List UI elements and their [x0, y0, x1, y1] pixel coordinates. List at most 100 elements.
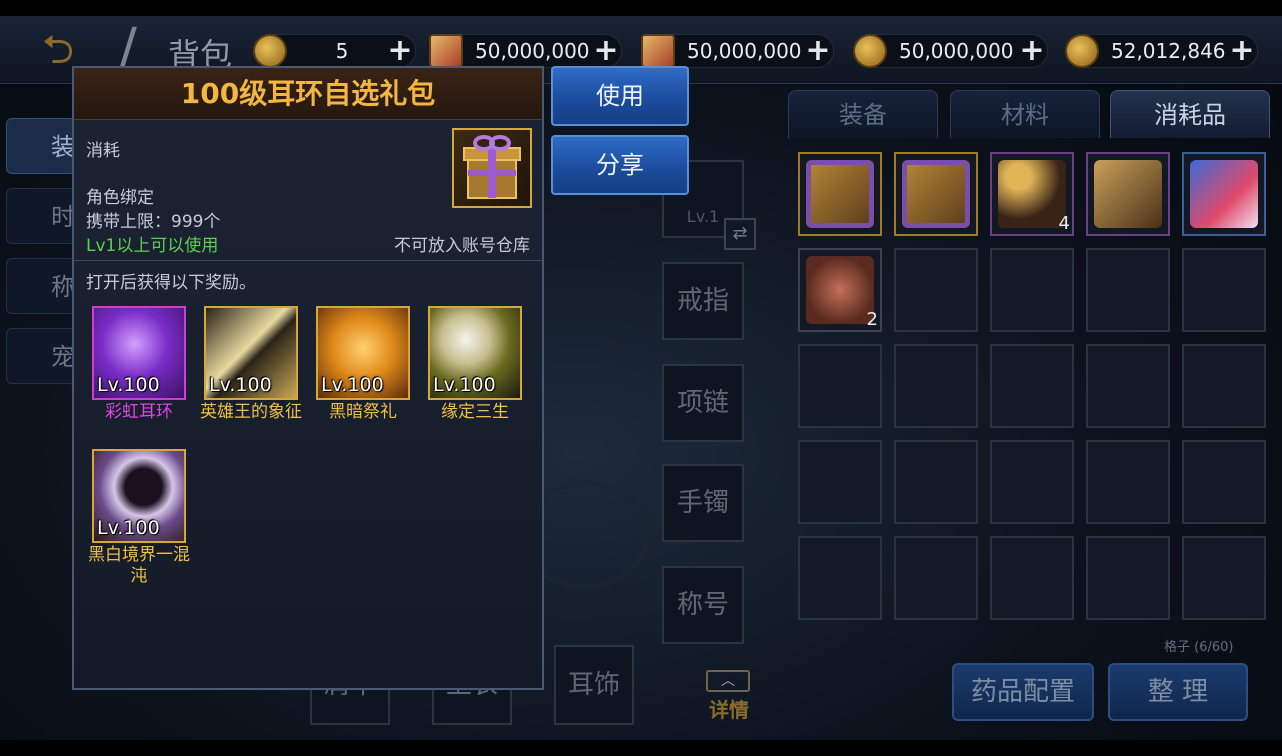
scroll-icon [641, 34, 675, 68]
share-button[interactable]: 分享 [551, 135, 689, 195]
inventory-slot[interactable]: 4 [990, 152, 1074, 236]
left-tab-equip[interactable]: 装 [6, 118, 76, 174]
rainbow-earring-icon: Lv.100 [92, 306, 186, 400]
add-bound-gold-button[interactable]: + [1227, 36, 1257, 66]
empty-slot[interactable] [990, 248, 1074, 332]
empty-slot[interactable] [1086, 344, 1170, 428]
empty-slot[interactable] [1086, 440, 1170, 524]
warehouse-restriction: 不可放入账号仓库 [394, 236, 530, 256]
empty-slot[interactable] [798, 344, 882, 428]
divider [74, 260, 542, 261]
resource-gold: 50,000,000 + [853, 34, 1048, 68]
left-tab-title[interactable]: 称 [6, 258, 76, 314]
item-count: 2 [866, 309, 878, 330]
dark-ritual-ring-icon: Lv.100 [316, 306, 410, 400]
game-screen: ⮌ / 背包 5 + 50,000,000 + 50,000,000 + 50,… [0, 0, 1282, 756]
reward-title: 打开后获得以下奖励。 [86, 273, 256, 293]
tab-consumables[interactable]: 消耗品 [1110, 90, 1270, 138]
empty-slot[interactable] [894, 248, 978, 332]
boar-head-icon [806, 256, 874, 324]
item-count: 4 [1058, 213, 1070, 234]
reward-name: 黑暗祭礼 [329, 402, 397, 422]
reward-name: 缘定三生 [441, 402, 509, 422]
popup-title: 100级耳环自选礼包 [74, 68, 542, 120]
potion-config-button[interactable]: 药品配置 [952, 663, 1094, 721]
sort-button[interactable]: 整 理 [1108, 663, 1248, 721]
level-requirement: Lv1以上可以使用 [86, 236, 219, 256]
resource-value: 50,000,000 [475, 39, 590, 63]
use-button[interactable]: 使用 [551, 66, 689, 126]
reward-level: Lv.100 [321, 374, 384, 396]
resource-scroll-1: 50,000,000 + [429, 34, 622, 68]
empty-slot[interactable] [798, 536, 882, 620]
swap-icon[interactable]: ⇄ [724, 218, 756, 250]
detail-label: 详情 [709, 698, 749, 722]
add-scroll-button[interactable]: + [803, 36, 833, 66]
resource-scroll-2: 50,000,000 + [641, 34, 834, 68]
empty-slot[interactable] [894, 440, 978, 524]
item-type: 消耗 [86, 141, 120, 161]
chevron-up-icon: ︿ [706, 670, 750, 692]
letterbox-top [0, 0, 1282, 16]
empty-slot[interactable] [798, 440, 882, 524]
inventory-slot[interactable] [798, 152, 882, 236]
reward-name: 英雄王的象征 [200, 402, 302, 422]
add-gold-button[interactable]: + [1017, 36, 1047, 66]
reward-item[interactable]: Lv.100 缘定三生 [421, 306, 529, 423]
item-detail-popup: 100级耳环自选礼包 消耗 角色绑定 携带上限：999个 Lv1以上可以使用 不… [72, 66, 544, 690]
carry-limit: 携带上限：999个 [86, 212, 221, 232]
inventory-slot[interactable] [894, 152, 978, 236]
resource-value: 50,000,000 [899, 39, 1014, 63]
reward-item[interactable]: Lv.100 黑白境界一混沌 [85, 449, 193, 587]
bracelet-slot[interactable]: 手镯 [662, 464, 744, 542]
empty-slot[interactable] [1182, 344, 1266, 428]
empty-slot[interactable] [990, 440, 1074, 524]
destiny-ring-icon: Lv.100 [428, 306, 522, 400]
empty-slot[interactable] [1182, 248, 1266, 332]
reward-item[interactable]: Lv.100 黑暗祭礼 [309, 306, 417, 423]
empty-slot[interactable] [990, 344, 1074, 428]
resource-value: 50,000,000 [687, 39, 802, 63]
weapon-level: Lv.1 [686, 207, 720, 226]
empty-slot[interactable] [1182, 440, 1266, 524]
add-scroll-button[interactable]: + [591, 36, 621, 66]
hammer-icon [998, 160, 1066, 228]
inventory-slot[interactable] [1182, 152, 1266, 236]
gift-box-icon [902, 160, 970, 228]
left-tab-pet[interactable]: 宠 [6, 328, 76, 384]
inventory-slot[interactable]: 2 [798, 248, 882, 332]
title-slot[interactable]: 称号 [662, 566, 744, 644]
necklace-slot[interactable]: 项链 [662, 364, 744, 442]
empty-slot[interactable] [1086, 248, 1170, 332]
reward-level: Lv.100 [433, 374, 496, 396]
reward-item[interactable]: Lv.100 英雄王的象征 [197, 306, 305, 423]
scroll-icon [429, 34, 463, 68]
reward-level: Lv.100 [209, 374, 272, 396]
detail-button[interactable]: ︿ 详情 [706, 670, 752, 722]
resource-value: 5 [335, 39, 349, 63]
reward-name: 彩虹耳环 [105, 402, 173, 422]
empty-slot[interactable] [990, 536, 1074, 620]
empty-slot[interactable] [894, 344, 978, 428]
add-coin-button[interactable]: + [385, 36, 415, 66]
reward-level: Lv.100 [97, 374, 160, 396]
resource-bound-gold: 52,012,846 + [1065, 34, 1258, 68]
tab-equipment[interactable]: 装备 [788, 90, 938, 138]
chaos-orb-icon: Lv.100 [92, 449, 186, 543]
empty-slot[interactable] [1086, 536, 1170, 620]
reward-level: Lv.100 [97, 517, 160, 539]
treasure-chest-icon [1094, 160, 1162, 228]
empty-slot[interactable] [894, 536, 978, 620]
slots-count: 格子 (6/60) [1164, 640, 1234, 655]
coin-icon [253, 34, 287, 68]
left-tab-fashion[interactable]: 时 [6, 188, 76, 244]
earring-slot[interactable]: 耳饰 [554, 645, 634, 725]
gift-box-icon [452, 128, 532, 208]
inventory-slot[interactable] [1086, 152, 1170, 236]
tab-materials[interactable]: 材料 [950, 90, 1100, 138]
reward-item[interactable]: Lv.100 彩虹耳环 [85, 306, 193, 423]
magic-hand-icon [1190, 160, 1258, 228]
bind-type: 角色绑定 [86, 188, 154, 208]
ring-slot[interactable]: 戒指 [662, 262, 744, 340]
empty-slot[interactable] [1182, 536, 1266, 620]
